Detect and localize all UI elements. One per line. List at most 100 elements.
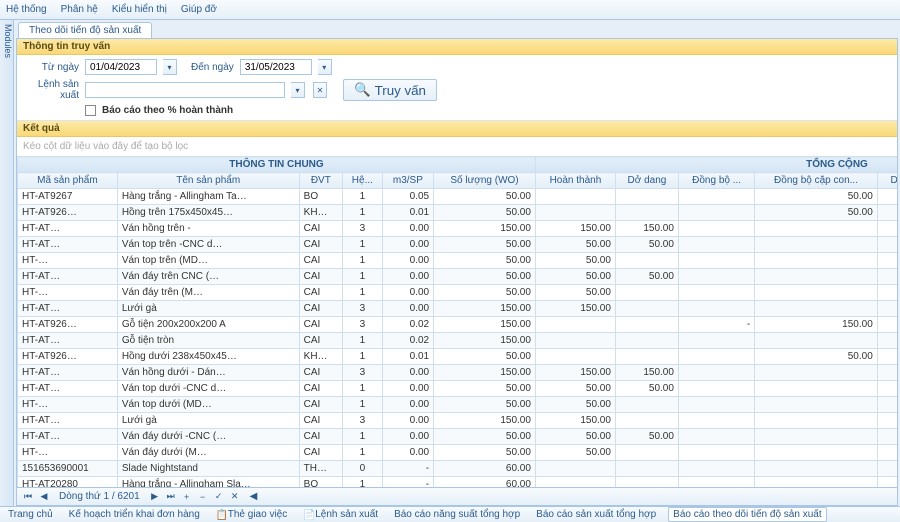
query-button[interactable]: 🔍 Truy vấn (343, 79, 437, 101)
table-row[interactable]: HT-AT…Ván top dưới -CNC d…CAI10.0050.005… (18, 381, 898, 397)
table-row[interactable]: HT-AT926…Hồng trên 175x450x45…KH…10.0150… (18, 205, 898, 221)
tab-production-progress[interactable]: Theo dõi tiến độ sản xuất (18, 22, 152, 38)
cell: 50.00 (535, 237, 615, 253)
statusbar: Trang chủ Kế hoạch triển khai đơn hàng 📋Th… (0, 506, 900, 522)
cell: HT-AT… (18, 269, 118, 285)
menu-item[interactable]: Phân hệ (61, 4, 98, 15)
grid-scroll[interactable]: THÔNG TIN CHUNG TỔNG CỘNG Phôi (sơ chế) … (17, 156, 897, 487)
cell: 3 (343, 413, 383, 429)
table-row[interactable]: HT-AT…Ván top trên -CNC d…CAI10.0050.005… (18, 237, 898, 253)
table-row[interactable]: HT-AT…Ván đáy trên CNC (…CAI10.0050.0050… (18, 269, 898, 285)
table-row[interactable]: HT-AT…Ván đáy dưới -CNC (…CAI10.0050.005… (18, 429, 898, 445)
cell: CAI (299, 301, 342, 317)
table-row[interactable]: HT-AT…Lưới gàCAI30.00150.00150.00--150.0… (18, 301, 898, 317)
cell (755, 413, 878, 429)
pager-last[interactable]: ⏭ (164, 490, 178, 504)
cell (615, 413, 678, 429)
cell (755, 381, 878, 397)
table-row[interactable]: HT-AT…Lưới gàCAI30.00150.00150.00--150.0… (18, 413, 898, 429)
table-row[interactable]: HT-AT926…Hồng dưới 238x450x45…KH…10.0150… (18, 349, 898, 365)
pager-add[interactable]: + (180, 490, 194, 504)
table-row[interactable]: 151653690001Slade NightstandTH…0-60.00- … (18, 461, 898, 477)
cell: 0.00 (382, 285, 433, 301)
cell: 60.00 (434, 461, 536, 477)
lsx-input[interactable] (85, 82, 285, 98)
col-header[interactable]: Mã sản phẩm (18, 173, 118, 189)
statusbar-item[interactable]: Báo cáo theo dõi tiến độ sản xuất (668, 507, 826, 522)
table-row[interactable]: HT-…Ván đáy dưới (M…CAI10.0050.0050.00--… (18, 445, 898, 461)
statusbar-item[interactable]: Kế hoạch triển khai đơn hàng (65, 508, 204, 521)
cell (755, 477, 878, 488)
col-header[interactable]: Tên sản phẩm (117, 173, 299, 189)
table-row[interactable]: HT-…Ván top trên (MD…CAI10.0050.0050.00-… (18, 253, 898, 269)
table-row[interactable]: HT-AT20280Hàng trắng - Allingham Sla…BO1… (18, 477, 898, 488)
table-row[interactable]: HT-AT…Ván hồng dưới - Dán…CAI30.00150.00… (18, 365, 898, 381)
to-date-label: Đến ngày (191, 62, 234, 73)
pager-prev[interactable]: ◀ (37, 490, 51, 504)
cell (678, 205, 754, 221)
from-date-dropdown[interactable]: ▾ (163, 59, 177, 75)
col-header[interactable]: Đồng bộ ... (678, 173, 754, 189)
table-row[interactable]: HT-AT926…Gỗ tiện 200x200x200 ACAI30.0215… (18, 317, 898, 333)
cell (678, 269, 754, 285)
cell: - (877, 365, 897, 381)
cell: HT-AT… (18, 365, 118, 381)
menu-item[interactable]: Kiểu hiển thị (112, 4, 167, 15)
col-header[interactable]: Hệ... (343, 173, 383, 189)
table-row[interactable]: HT-AT…Ván hồng trên -CAI30.00150.00150.0… (18, 221, 898, 237)
cell: 150.00 (434, 317, 536, 333)
statusbar-item[interactable]: 📋Thẻ giao việc (212, 508, 291, 521)
to-date-input[interactable] (240, 59, 312, 75)
col-header[interactable]: Dự kiến ... (877, 173, 897, 189)
pager-cancel[interactable]: ✕ (228, 490, 242, 504)
col-header[interactable]: m3/SP (382, 173, 433, 189)
cell: - (877, 429, 897, 445)
statusbar-item[interactable]: 📄Lệnh sản xuất (299, 508, 382, 521)
table-row[interactable]: HT-AT…Gỗ tiện trònCAI10.02150.00--150.00… (18, 333, 898, 349)
table-row[interactable]: HT-…Ván đáy trên (M…CAI10.0050.0050.00--… (18, 285, 898, 301)
table-row[interactable]: HT-AT9267Hàng trắng - Allingham Ta…BO10.… (18, 189, 898, 205)
menu-item[interactable]: Hệ thống (6, 4, 47, 15)
pager-remove[interactable]: − (196, 490, 210, 504)
cell: HT-… (18, 445, 118, 461)
query-header: Thông tin truy vấn (17, 39, 897, 55)
col-header[interactable]: Dở dang (615, 173, 678, 189)
menu-item[interactable]: Giúp đỡ (181, 4, 217, 15)
groupby-hint[interactable]: Kéo cột dữ liệu vào đây để tạo bộ lọc (17, 137, 897, 156)
col-header[interactable]: Số lượng (WO) (434, 173, 536, 189)
cell: 50.00 (535, 397, 615, 413)
cell: 150.00 (615, 221, 678, 237)
statusbar-item[interactable]: Trang chủ (4, 508, 57, 521)
pager-first[interactable]: ⏮ (21, 490, 35, 504)
cell (755, 301, 878, 317)
cell (535, 477, 615, 488)
cell: 0.02 (382, 317, 433, 333)
cell: 0.01 (382, 349, 433, 365)
cell: 1 (343, 349, 383, 365)
cell: 3.60 (877, 317, 897, 333)
statusbar-item[interactable]: Báo cáo sản xuất tổng hợp (532, 508, 660, 521)
report-percent-checkbox[interactable] (85, 105, 96, 116)
pager-check[interactable]: ✓ (212, 490, 226, 504)
cell: CAI (299, 317, 342, 333)
pager-next[interactable]: ▶ (148, 490, 162, 504)
cell: 50.00 (434, 381, 536, 397)
cell (755, 445, 878, 461)
cell: 50.00 (434, 349, 536, 365)
cell (678, 301, 754, 317)
cell: HT-AT… (18, 301, 118, 317)
col-header[interactable]: ĐVT (299, 173, 342, 189)
cell: 50.00 (434, 237, 536, 253)
lsx-dropdown[interactable]: ▾ (291, 82, 305, 98)
sidebar-modules-tab[interactable]: Modules (0, 20, 14, 522)
statusbar-item[interactable]: Báo cáo năng suất tổng hợp (390, 508, 524, 521)
col-header[interactable]: Đồng bộ cặp con... (755, 173, 878, 189)
to-date-dropdown[interactable]: ▾ (318, 59, 332, 75)
table-row[interactable]: HT-…Ván top dưới (MD…CAI10.0050.0050.00-… (18, 397, 898, 413)
cell (678, 397, 754, 413)
cell (535, 317, 615, 333)
cell: - (877, 445, 897, 461)
lsx-clear[interactable]: ✕ (313, 82, 327, 98)
col-header[interactable]: Hoàn thành (535, 173, 615, 189)
from-date-input[interactable] (85, 59, 157, 75)
